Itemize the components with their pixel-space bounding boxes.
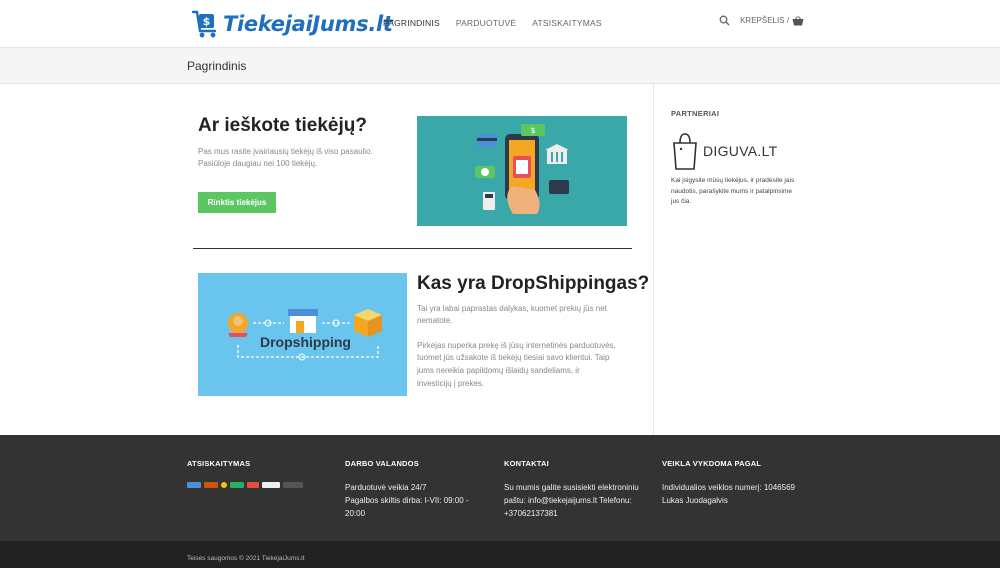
section2-p2-line3: jums nereikia papildomų išlaidų sandelia… [417, 366, 580, 375]
logo[interactable]: $ TiekejaiJums.lt [191, 8, 393, 40]
sidebar-divider [653, 84, 654, 435]
search-icon[interactable] [719, 15, 730, 26]
footer-activity-title: VEIKLA VYKDOMA PAGAL [662, 459, 762, 468]
footer-contacts-line1: Su mumis galite susisiekti elektroniniu [504, 483, 639, 492]
main-nav: PAGRINDINIS PARDUOTUVĖ ATSISKAITYMAS [383, 18, 618, 28]
copyright-text: Teisės saugomos © 2021 TiekejaiJums.lt [187, 555, 305, 562]
dropshipping-illustration: Dropshipping [198, 273, 407, 396]
footer-contacts-phone[interactable]: +37062137381 [504, 507, 558, 520]
payment-logo-7 [283, 482, 303, 488]
section2-heading: Kas yra DropShippingas? [417, 273, 650, 294]
logo-text: TiekejaiJums.lt [223, 12, 393, 36]
payment-logo-1 [187, 482, 201, 488]
section2-p2-line4: investicijų į prekes. [417, 379, 485, 388]
footer-payment-title: ATSISKAITYMAS [187, 459, 251, 468]
payment-logo-6 [262, 482, 280, 488]
payment-logo-3 [221, 482, 227, 488]
footer-hours-title: DARBO VALANDOS [345, 459, 419, 468]
footer-activity-line2: Lukas Juodagalvis [662, 496, 728, 505]
section2-p2-line1: Pirkėjas nuperka prekę iš jūsų interneti… [417, 341, 616, 350]
section1-text-line1: Pas mus rasite įvairiausių tiekėjų iš vi… [198, 147, 373, 156]
page-title: Pagrindinis [187, 59, 247, 73]
shopping-bag-icon [673, 133, 697, 170]
page-title-bar: Pagrindinis [0, 48, 1000, 84]
footer-hours-line3: 20:00 [345, 509, 366, 518]
header-actions: KREPŠELIS / [719, 15, 804, 26]
payment-logo-2 [204, 482, 218, 488]
partners-desc-line2: naudotis, parašykite mums ir patalpinsim… [671, 187, 793, 195]
partners-title: PARTNERIAI [671, 109, 720, 118]
partners-description: Kai įsigysite mūsų tiekėjus, ir pradėsit… [671, 176, 811, 208]
copyright-bar: Teisės saugomos © 2021 TiekejaiJums.lt [0, 541, 1000, 568]
footer-contacts-title: KONTAKTAI [504, 459, 549, 468]
nav-parduotuve[interactable]: PARDUOTUVĖ [456, 18, 516, 28]
svg-text:$: $ [530, 126, 535, 135]
section2-p1-line1: Tai yra labai paprastas dalykas, kuomet … [417, 304, 607, 313]
choose-suppliers-button[interactable]: Rinktis tiekėjus [198, 192, 276, 213]
footer-hours-line2: Pagalbos skiltis dirba: I-VII: 09:00 - [345, 496, 469, 505]
section-divider [193, 248, 632, 249]
site-header: $ TiekejaiJums.lt PAGRINDINIS PARDUOTUVĖ… [0, 0, 1000, 48]
nav-atsiskaitymas[interactable]: ATSISKAITYMAS [532, 18, 602, 28]
svg-text:$: $ [203, 15, 211, 28]
partners-desc-line3: jus čia. [671, 198, 692, 205]
dropshipping-image-text: Dropshipping [260, 334, 351, 350]
cart-logo-icon: $ [191, 10, 217, 38]
footer-contacts-line2[interactable]: paštu: info@tiekejaijums.lt Telefonu: [504, 494, 632, 507]
section1-text-line2: Pasiūloje daugiau nei 100 tiekėjų. [198, 159, 318, 168]
footer-activity-line1: Individualios veiklos numerį: 1046569 [662, 483, 795, 492]
payment-logos [187, 482, 303, 488]
section2-p2-line2: tuomet jūs užsakote iš tiekėjų tiesiai s… [417, 353, 610, 362]
basket-icon[interactable] [792, 15, 804, 26]
nav-pagrindinis[interactable]: PAGRINDINIS [383, 18, 440, 28]
payment-logo-5 [247, 482, 259, 488]
diguva-partner-logo[interactable]: DIGUVA.LT [670, 130, 780, 172]
payment-logo-4 [230, 482, 244, 488]
site-footer: ATSISKAITYMAS DARBO VALANDOS Parduotuvė … [0, 435, 1000, 541]
section2-p1-line2: nematote. [417, 316, 453, 325]
cart-link[interactable]: KREPŠELIS / [740, 16, 789, 25]
footer-hours-line1: Parduotuvė veikia 24/7 [345, 483, 427, 492]
section1-heading: Ar ieškote tiekėjų? [198, 115, 367, 136]
mobile-payment-illustration: $ [417, 116, 627, 226]
partners-desc-line1: Kai įsigysite mūsų tiekėjus, ir pradėsit… [671, 177, 795, 184]
diguva-text: DIGUVA.LT [703, 143, 778, 159]
